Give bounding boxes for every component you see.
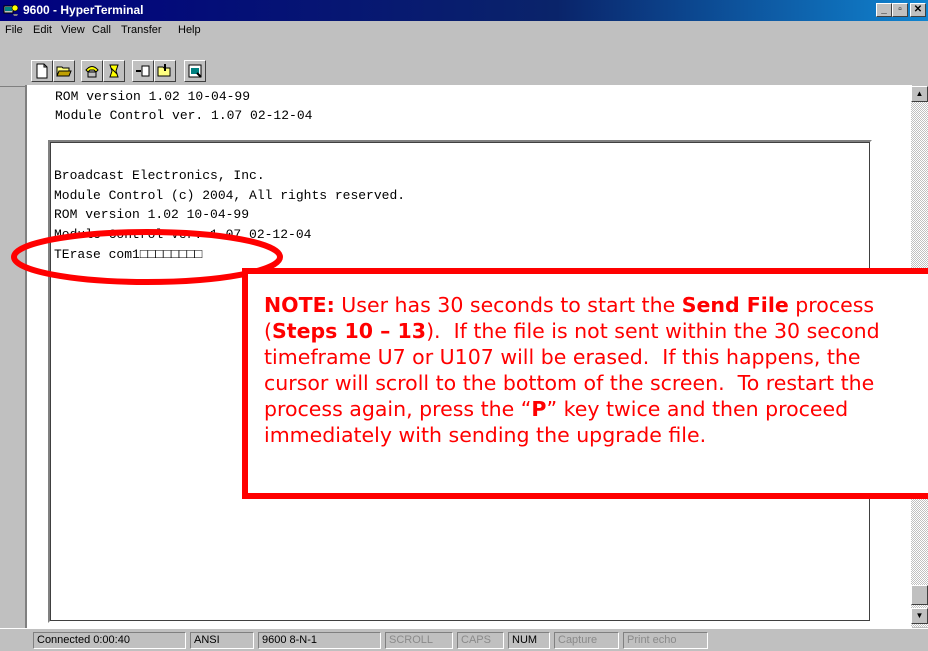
terminal-line: ROM version 1.02 10-04-99 [55,89,251,104]
note-text: ). If the file is not sent within the 30… [426,319,880,343]
terminal-line: Module Control ver. 1.07 02-12-04 [55,108,313,123]
receive-icon[interactable] [154,60,176,82]
status-port-settings: 9600 8-N-1 [258,632,381,649]
disconnect-icon[interactable] [103,60,125,82]
properties-icon[interactable] [184,60,206,82]
note-text: process [788,293,875,317]
note-text: cursor will scroll to the bottom of the … [264,371,875,395]
status-capture: Capture [554,632,619,649]
menu-help[interactable]: Help [178,24,201,36]
menu-edit[interactable]: Edit [33,24,52,36]
scroll-down-arrow[interactable]: ▼ [911,608,928,624]
minimize-button[interactable]: _ [876,3,892,17]
status-num: NUM [508,632,550,649]
note-bold: P [531,397,547,421]
note-text: User has 30 seconds to start the [334,293,682,317]
new-icon[interactable] [31,60,53,82]
note-text: ” key twice and then proceed [546,397,849,421]
window-title: 9600 - HyperTerminal [23,3,144,17]
status-caps: CAPS [457,632,504,649]
note-label: NOTE: [264,293,335,317]
note-text: ( [264,319,272,343]
note-text: immediately with sending the upgrade fil… [264,423,707,447]
note-text: process again, press the “ [264,397,532,421]
note-text: timeframe U7 or U107 will be erased. If … [264,345,861,369]
scroll-up-arrow[interactable]: ▲ [911,86,928,102]
menu-view[interactable]: View [61,24,85,36]
maximize-button[interactable]: ▫ [892,3,908,17]
terminal-line: Module Control (c) 2004, All rights rese… [54,188,406,203]
status-connected: Connected 0:00:40 [33,632,186,649]
open-icon[interactable] [53,60,75,82]
status-bar: Connected 0:00:40 ANSI 9600 8-N-1 SCROLL… [0,628,928,651]
title-bar[interactable]: 9600 - HyperTerminal _ ▫ ✕ [0,0,928,21]
toolbar [0,40,928,87]
status-print-echo: Print echo [623,632,708,649]
scroll-thumb[interactable] [911,585,928,605]
hyperterminal-app-icon [3,4,19,16]
status-emulation: ANSI [190,632,254,649]
send-icon[interactable] [132,60,154,82]
menu-file[interactable]: File [5,24,23,36]
menu-transfer[interactable]: Transfer [121,24,162,36]
note-bold: Send File [681,293,789,317]
close-button[interactable]: ✕ [910,3,926,17]
menu-call[interactable]: Call [92,24,111,36]
menu-bar: File Edit View Call Transfer Help [0,21,928,40]
terminal-line: Broadcast Electronics, Inc. [54,168,265,183]
status-scroll: SCROLL [385,632,453,649]
note-callout: NOTE: User has 30 seconds to start the S… [242,268,928,499]
connect-icon[interactable] [81,60,103,82]
terminal-line: ROM version 1.02 10-04-99 [54,207,250,222]
note-bold: Steps 10 – 13 [272,319,427,343]
